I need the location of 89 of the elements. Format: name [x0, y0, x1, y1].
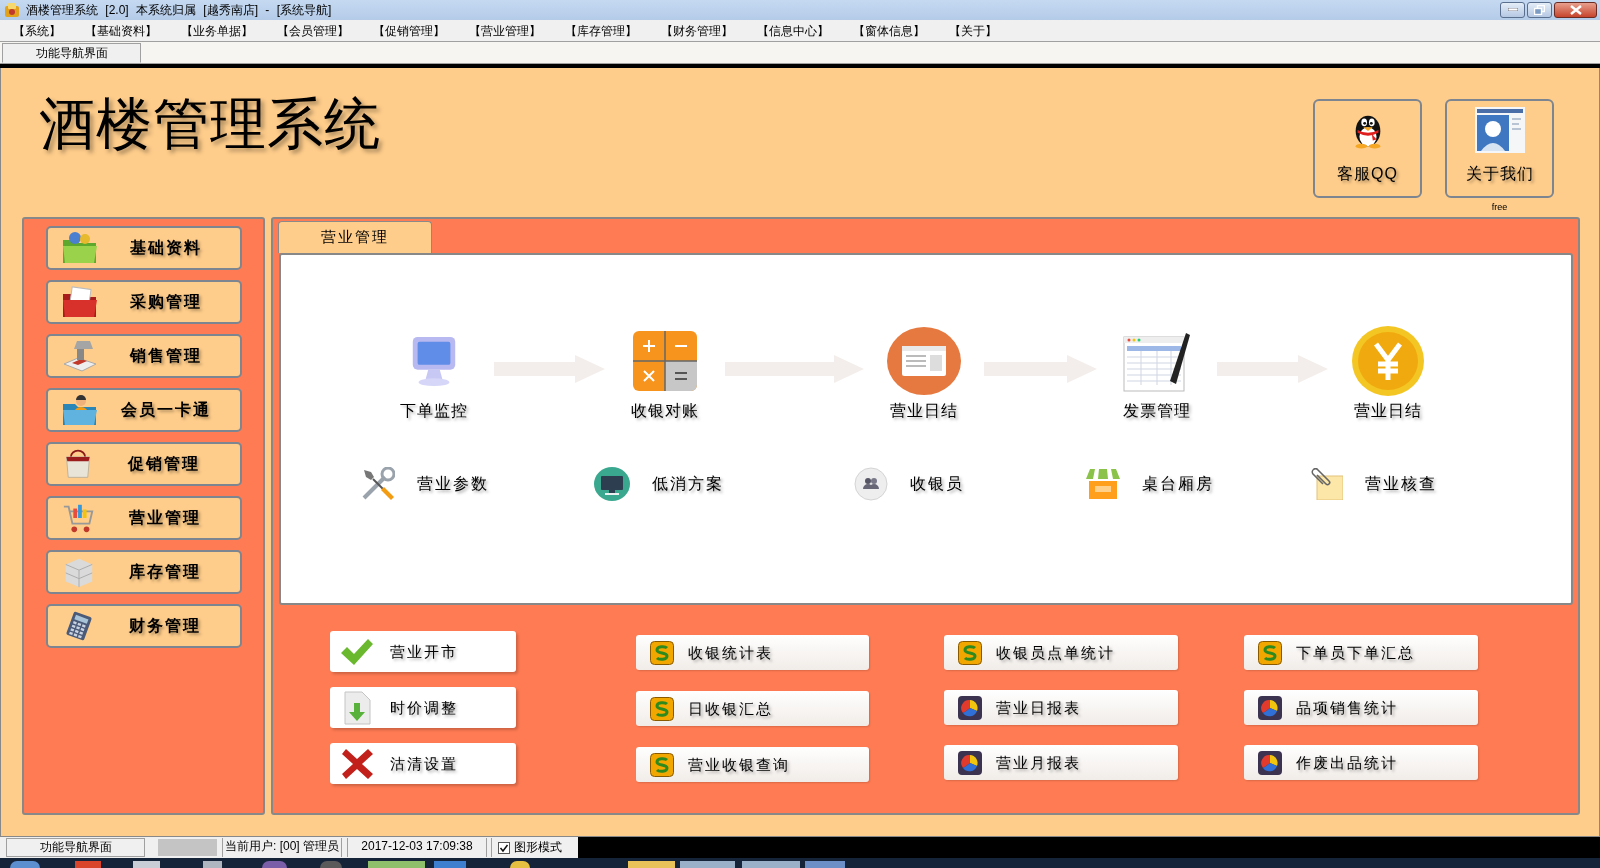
flow-button[interactable]: 发票管理 — [1097, 325, 1217, 421]
menu-item[interactable]: 【营业管理】 — [468, 22, 542, 39]
store-icon — [1086, 469, 1120, 499]
flow-button[interactable]: 下单监控 — [374, 325, 494, 421]
s-tile-icon — [650, 752, 674, 777]
browser-window-icon — [887, 327, 961, 395]
pie-chart-icon — [1258, 695, 1282, 720]
download-document-icon — [343, 690, 371, 725]
menu-item[interactable]: 【会员管理】 — [276, 22, 350, 39]
taskbar-icon[interactable] — [10, 861, 40, 868]
users-icon — [854, 467, 888, 501]
shortcut-button[interactable]: 营业参数 — [361, 467, 489, 501]
report-button[interactable]: 下单员下单汇总 — [1244, 635, 1478, 670]
flow-button[interactable]: 营业日结 — [1328, 325, 1448, 421]
restore-button[interactable] — [1527, 1, 1552, 18]
sidebar-button[interactable]: 促销管理 — [45, 442, 242, 486]
report-button[interactable]: 营业月报表 — [944, 745, 1178, 780]
checkbox[interactable] — [498, 841, 510, 854]
pie-chart-icon — [1258, 750, 1282, 775]
sidebar-button[interactable]: 销售管理 — [45, 334, 242, 378]
app-icon — [4, 2, 20, 18]
folder-icon — [61, 286, 98, 318]
close-button[interactable] — [1554, 1, 1597, 18]
s-tile-icon — [650, 640, 674, 665]
window-title: 酒楼管理系统 [2.0] 本系统归属 [越秀南店] - [系统导航] — [26, 2, 332, 18]
restore-icon — [1534, 4, 1545, 15]
folder-icon — [61, 232, 98, 264]
report-button[interactable]: 收银员点单统计 — [944, 635, 1178, 670]
menu-item[interactable]: 【窗体信息】 — [852, 22, 926, 39]
module-tab[interactable]: 营业管理 — [278, 221, 432, 253]
status-page: 功能导航界面 — [6, 838, 145, 857]
minimize-icon — [1507, 8, 1518, 11]
report-button[interactable]: 营业收银查询 — [636, 747, 869, 782]
pie-chart-icon — [958, 750, 982, 775]
sidebar-button[interactable]: 基础资料 — [45, 226, 242, 270]
minimize-button[interactable] — [1500, 1, 1525, 18]
sidebar-button[interactable]: 库存管理 — [45, 550, 242, 594]
check-icon — [340, 637, 374, 666]
shortcut-button[interactable]: 收银员 — [854, 467, 964, 501]
report-button[interactable]: 收银统计表 — [636, 635, 869, 670]
s-tile-icon — [958, 640, 982, 665]
cross-icon — [340, 747, 374, 780]
close-icon — [1569, 4, 1582, 15]
sidebar-button[interactable]: 财务管理 — [45, 604, 242, 648]
status-user: 当前用户: [00] 管理员 — [222, 838, 342, 857]
shopping-cart-icon — [61, 502, 96, 534]
pie-chart-icon — [958, 695, 982, 720]
menu-item[interactable]: 【关于】 — [948, 22, 998, 39]
calculator-icon — [633, 331, 697, 391]
report-button[interactable]: 作废出品统计 — [1244, 745, 1478, 780]
customer-service-button[interactable]: 客服QQ — [1313, 99, 1422, 198]
action-button[interactable]: 时价调整 — [330, 687, 516, 728]
menu-item[interactable]: 【业务单据】 — [180, 22, 254, 39]
tools-icon — [361, 467, 395, 501]
page-tab[interactable]: 功能导航界面 — [2, 43, 141, 63]
taskbar-icon[interactable] — [510, 861, 530, 868]
menu-item[interactable]: 【库存管理】 — [564, 22, 638, 39]
s-tile-icon — [650, 696, 674, 721]
checkbox-label: 图形模式 — [514, 839, 562, 856]
menu-item[interactable]: 【财务管理】 — [660, 22, 734, 39]
free-note: free — [1491, 202, 1508, 212]
person-folder-icon — [61, 394, 98, 426]
menu-item[interactable]: 【系统】 — [12, 22, 62, 39]
monitor-icon — [594, 467, 630, 501]
sidebar-button[interactable]: 采购管理 — [45, 280, 242, 324]
action-button[interactable]: 营业开市 — [330, 631, 516, 672]
sidebar-button[interactable]: 营业管理 — [45, 496, 242, 540]
status-panel — [158, 839, 217, 856]
report-button[interactable]: 日收银汇总 — [636, 691, 869, 726]
report-button[interactable]: 营业日报表 — [944, 690, 1178, 725]
menu-item[interactable]: 【促销管理】 — [372, 22, 446, 39]
profile-card-icon — [1474, 107, 1525, 153]
s-tile-icon — [1258, 640, 1282, 665]
shortcut-button[interactable]: 低消方案 — [594, 467, 724, 501]
menu-item[interactable]: 【基础资料】 — [84, 22, 158, 39]
about-button[interactable]: 关于我们 — [1445, 99, 1554, 198]
shortcut-button[interactable]: 桌台厢房 — [1086, 469, 1214, 499]
report-button[interactable]: 品项销售统计 — [1244, 690, 1478, 725]
menu-item[interactable]: 【信息中心】 — [756, 22, 830, 39]
flow-button[interactable]: 营业日结 — [864, 325, 984, 421]
stamp-icon — [61, 340, 98, 372]
yen-coin-icon — [1352, 326, 1424, 396]
app-title: 酒楼管理系统 — [39, 92, 381, 156]
paperclip-note-icon — [1309, 468, 1343, 500]
status-datetime: 2017-12-03 17:09:38 — [347, 838, 487, 857]
sidebar-button[interactable]: 会员一卡通 — [45, 388, 242, 432]
flow-button[interactable]: 收银对账 — [605, 325, 725, 421]
action-button[interactable]: 沽清设置 — [330, 743, 516, 784]
shortcut-button[interactable]: 营业核查 — [1309, 468, 1437, 500]
